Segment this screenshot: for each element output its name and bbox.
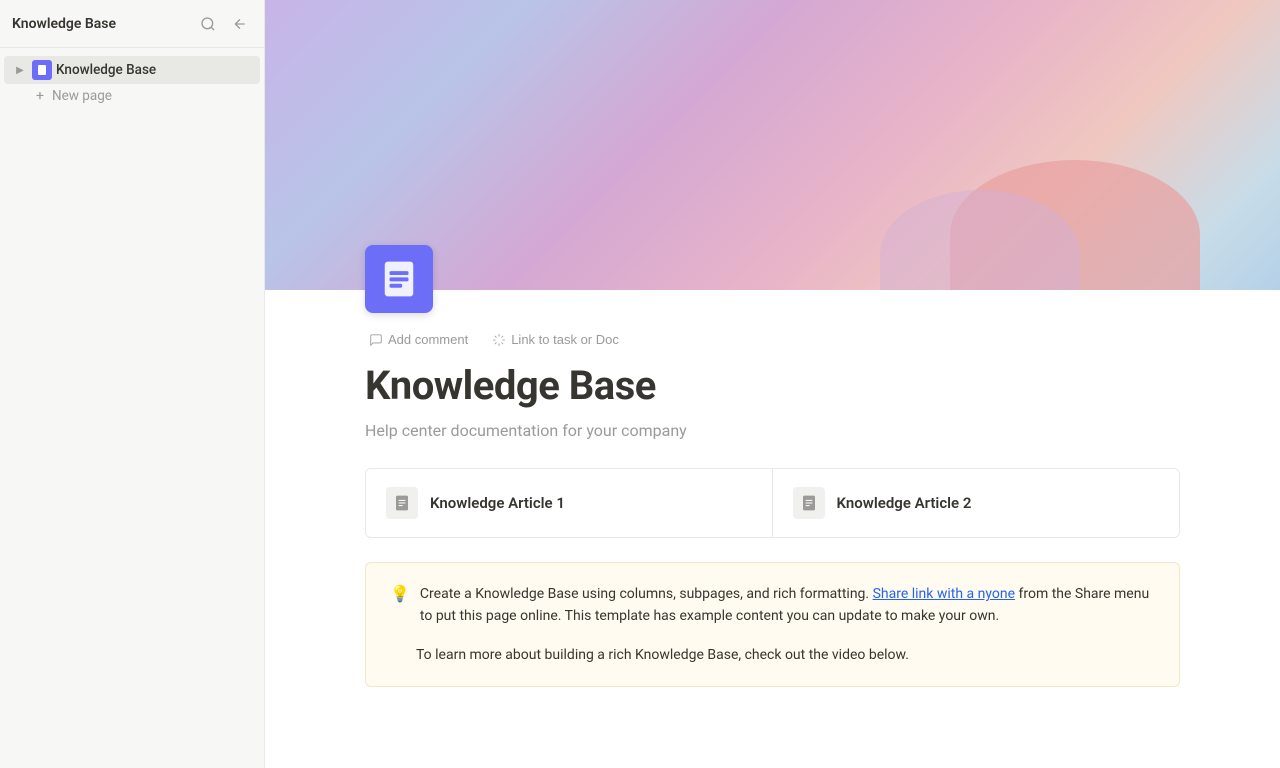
share-link[interactable]: Share link with a nyone (873, 586, 1015, 602)
add-comment-button[interactable]: Add comment (365, 329, 472, 350)
collapse-icon (232, 16, 248, 32)
sidebar-header: Knowledge Base (0, 0, 264, 48)
collapse-sidebar-button[interactable] (228, 12, 252, 36)
article-doc-icon-2 (801, 495, 817, 511)
sidebar: Knowledge Base ▶ (0, 0, 265, 768)
sidebar-header-icons (196, 12, 252, 36)
page-title: Knowledge Base (365, 362, 1180, 409)
link-to-task-label: Link to task or Doc (511, 332, 619, 347)
page-icon-container (265, 245, 1280, 313)
info-text-before-link: Create a Knowledge Base using columns, s… (420, 586, 873, 602)
search-icon (200, 16, 216, 32)
info-box: 💡 Create a Knowledge Base using columns,… (365, 562, 1180, 687)
info-text-1: Create a Knowledge Base using columns, s… (420, 583, 1155, 628)
article-1-label: Knowledge Article 1 (430, 494, 565, 512)
sidebar-item-label: Knowledge Base (56, 62, 156, 78)
sidebar-title: Knowledge Base (12, 16, 116, 32)
plus-icon: + (32, 88, 48, 104)
comment-icon (369, 333, 383, 347)
new-page-label: New page (52, 88, 112, 104)
lightbulb-icon: 💡 (390, 584, 410, 603)
sidebar-item-knowledge-base[interactable]: ▶ Knowledge Base (4, 56, 260, 84)
article-1-icon (386, 487, 418, 519)
article-2-label: Knowledge Article 2 (837, 494, 972, 512)
document-lines-icon (380, 260, 418, 298)
page-main-icon (365, 245, 433, 313)
sidebar-nav: ▶ Knowledge Base + New page (0, 48, 264, 768)
page-description: Help center documentation for your compa… (365, 421, 1180, 440)
article-2-icon (793, 487, 825, 519)
link-icon (492, 333, 506, 347)
page-content: Add comment Link to task or Doc Knowledg… (265, 313, 1280, 727)
chevron-right-icon: ▶ (12, 65, 28, 76)
articles-grid: Knowledge Article 1 Knowledge Article 2 (365, 468, 1180, 538)
link-to-task-button[interactable]: Link to task or Doc (488, 329, 623, 350)
new-page-item[interactable]: + New page (4, 84, 260, 108)
article-card-2[interactable]: Knowledge Article 2 (773, 469, 1180, 537)
article-doc-icon-1 (394, 495, 410, 511)
article-card-1[interactable]: Knowledge Article 1 (366, 469, 773, 537)
page-icon-small (32, 60, 52, 80)
add-comment-label: Add comment (388, 332, 468, 347)
search-button[interactable] (196, 12, 220, 36)
toolbar-row: Add comment Link to task or Doc (365, 329, 1180, 350)
doc-icon-small (36, 64, 48, 76)
info-box-row1: 💡 Create a Knowledge Base using columns,… (390, 583, 1155, 628)
info-text-2: To learn more about building a rich Know… (390, 644, 1155, 666)
main-content: Add comment Link to task or Doc Knowledg… (265, 0, 1280, 768)
